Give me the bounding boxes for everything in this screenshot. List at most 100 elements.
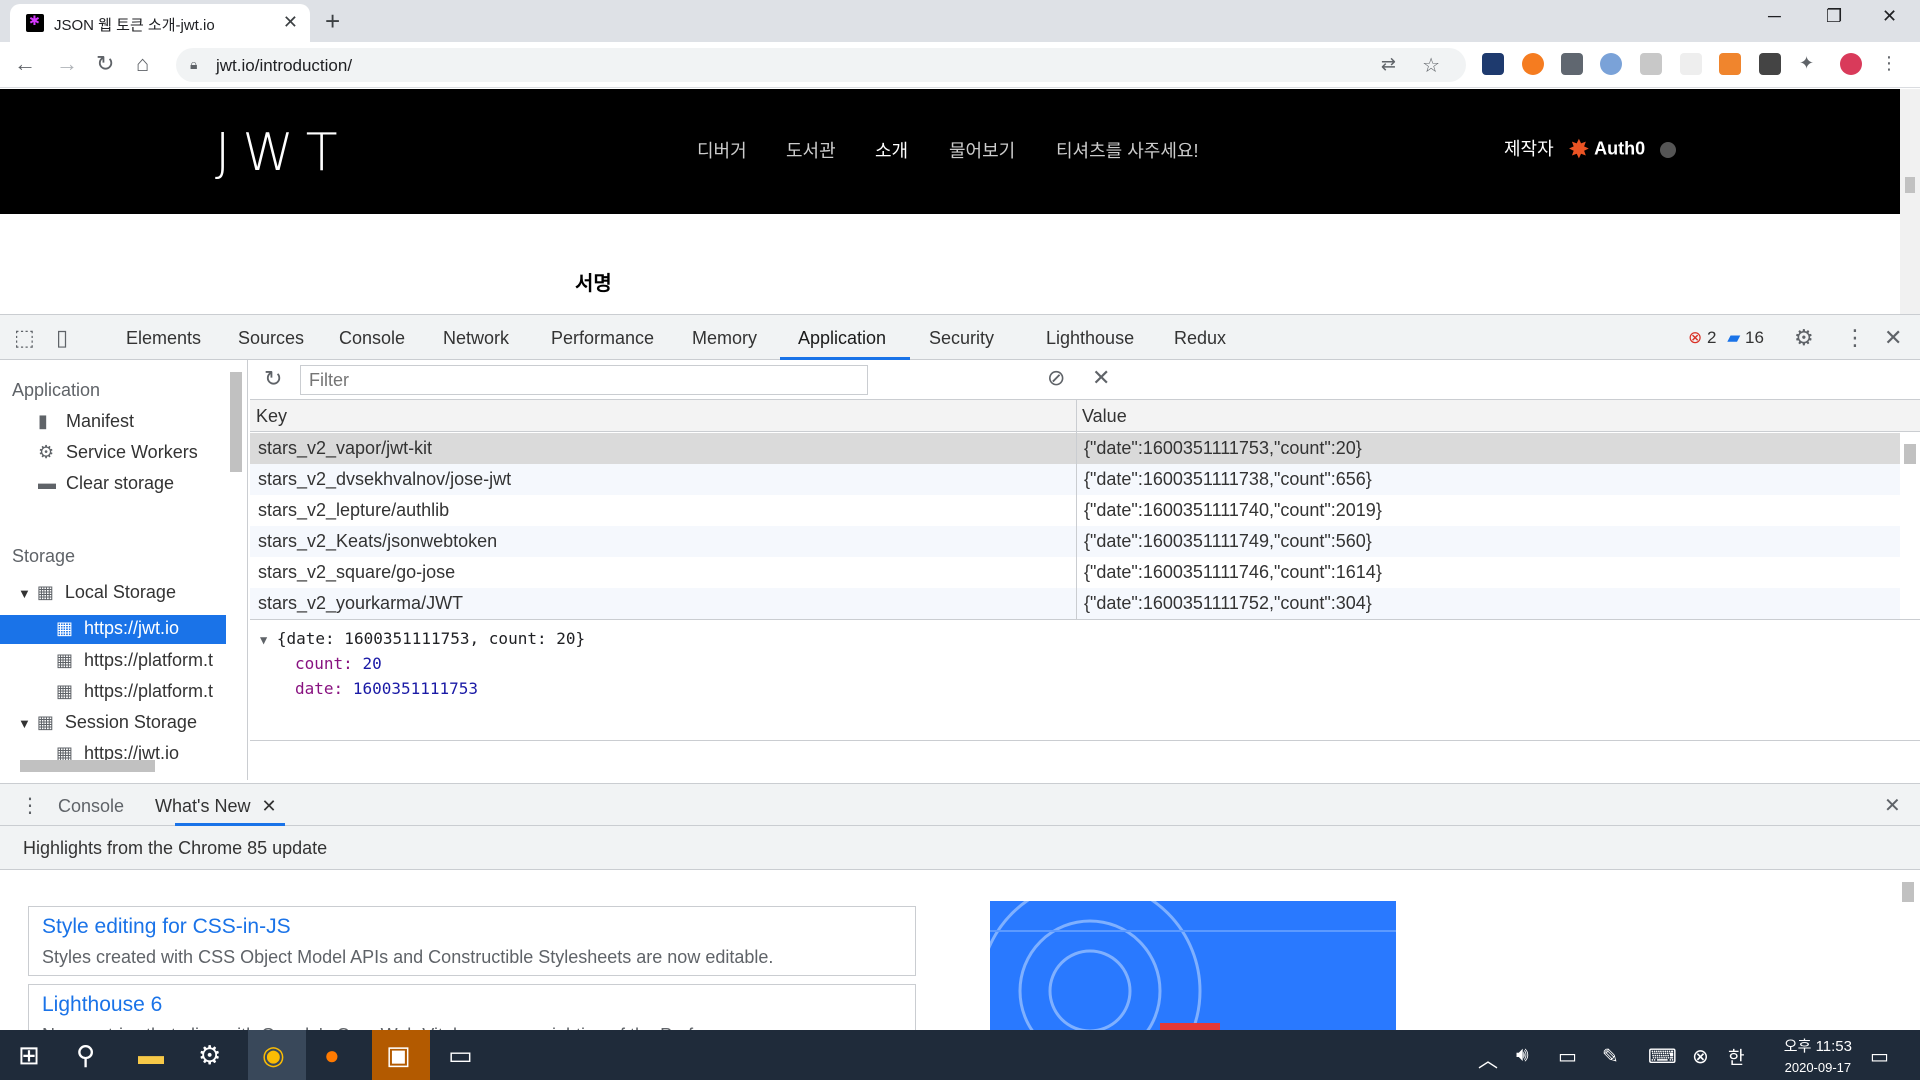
chrome-icon[interactable]: ◉ — [262, 1040, 285, 1071]
sidebar-item-local-platform[interactable]: ▦ https://platform.t — [56, 650, 228, 671]
drawer-menu-icon[interactable]: ⋮ — [20, 793, 40, 818]
table-row[interactable]: stars_v2_dvsekhvalnov/jose-jwt {"date":1… — [250, 464, 1900, 495]
auth0-link[interactable]: ✸ Auth0 — [1568, 134, 1677, 165]
tab-lighthouse[interactable]: Lighthouse — [1046, 328, 1134, 349]
tab-performance[interactable]: Performance — [551, 328, 654, 349]
extension-icon[interactable] — [1482, 53, 1504, 75]
info-icon[interactable] — [1660, 141, 1677, 158]
clear-all-icon[interactable]: ⊘ — [1047, 365, 1065, 391]
sidebar-item-local-storage[interactable]: ▼ ▦ Local Storage — [18, 582, 176, 603]
column-header-value[interactable]: Value — [1076, 400, 1920, 432]
preview-summary[interactable]: ▼ {date: 1600351111753, count: 20} — [260, 629, 585, 648]
collapse-arrow-icon[interactable]: ▼ — [260, 633, 267, 647]
nav-tshirt[interactable]: 티셔츠를 사주세요! — [1056, 137, 1198, 163]
feature-title[interactable]: Lighthouse 6 — [42, 993, 162, 1017]
new-tab-icon[interactable]: + — [325, 6, 340, 37]
nav-libraries[interactable]: 도서관 — [786, 137, 836, 163]
network-icon[interactable]: ⊗ — [1692, 1044, 1709, 1069]
table-row[interactable]: stars_v2_lepture/authlib {"date":1600351… — [250, 495, 1900, 526]
feature-title[interactable]: Style editing for CSS-in-JS — [42, 915, 291, 939]
menu-kebab-icon[interactable]: ⋮ — [1880, 53, 1902, 75]
table-row[interactable]: stars_v2_Keats/jsonwebtoken {"date":1600… — [250, 526, 1900, 557]
extension-icon[interactable] — [1680, 53, 1702, 75]
refresh-icon[interactable]: ↻ — [264, 366, 282, 392]
close-drawer-tab-icon[interactable]: ✕ — [261, 796, 276, 816]
nav-ask[interactable]: 물어보기 — [949, 137, 1015, 163]
tab-redux[interactable]: Redux — [1174, 328, 1226, 349]
tab-sources[interactable]: Sources — [238, 328, 304, 349]
app-icon[interactable]: ● — [324, 1040, 340, 1071]
keyboard-icon[interactable]: ⌨ — [1648, 1044, 1677, 1069]
expand-arrow-icon[interactable]: ▼ — [18, 586, 31, 601]
nav-debugger[interactable]: 디버거 — [697, 137, 747, 163]
search-icon[interactable]: ⚲ — [76, 1040, 95, 1071]
extension-icon[interactable] — [1522, 53, 1544, 75]
battery-icon[interactable]: ▭ — [1558, 1044, 1577, 1069]
restore-icon[interactable]: ❐ — [1826, 6, 1842, 27]
close-tab-icon[interactable]: ✕ — [283, 12, 298, 33]
inspect-element-icon[interactable]: ⬚ — [14, 325, 35, 351]
device-toolbar-icon[interactable]: ▯ — [56, 325, 68, 351]
eyedropper-icon[interactable] — [1640, 53, 1662, 75]
tab-security[interactable]: Security — [929, 328, 994, 349]
home-icon[interactable]: ⌂ — [136, 51, 149, 77]
bookmark-star-icon[interactable]: ☆ — [1422, 53, 1440, 78]
table-row[interactable]: stars_v2_vapor/jwt-kit {"date":160035111… — [250, 433, 1900, 464]
notification-icon[interactable]: ▭ — [1870, 1044, 1889, 1069]
tab-memory[interactable]: Memory — [692, 328, 757, 349]
close-devtools-icon[interactable]: ✕ — [1884, 325, 1902, 351]
jwt-logo[interactable]: JWT — [215, 123, 350, 183]
notepad-icon[interactable]: ▭ — [448, 1040, 473, 1071]
extension-icon[interactable] — [1759, 53, 1781, 75]
windows-start-icon[interactable]: ⊞ — [18, 1040, 40, 1071]
address-bar[interactable]: 🔒︎ jwt.io/introduction/ ⇄ ☆ — [176, 48, 1466, 82]
tab-network[interactable]: Network — [443, 328, 509, 349]
ime-indicator[interactable]: 한 — [1728, 1044, 1745, 1070]
sidebar-item-service-workers[interactable]: ⚙ Service Workers — [38, 442, 198, 463]
extension-icon[interactable] — [1719, 53, 1741, 75]
table-row[interactable]: stars_v2_square/go-jose {"date":16003511… — [250, 557, 1900, 588]
extension-icon[interactable] — [1600, 53, 1622, 75]
reload-icon[interactable]: ↻ — [96, 51, 114, 77]
nav-introduction[interactable]: 소개 — [875, 137, 908, 163]
profile-avatar[interactable] — [1840, 53, 1862, 75]
tab-console[interactable]: Console — [339, 328, 405, 349]
sidebar-item-clear-storage[interactable]: ▬ Clear storage — [38, 473, 174, 494]
table-row[interactable]: stars_v2_yourkarma/JWT {"date":160035111… — [250, 588, 1900, 619]
tray-chevron-icon[interactable]: ︿ — [1478, 1044, 1498, 1073]
settings-gear-icon[interactable]: ⚙ — [1794, 325, 1814, 351]
page-scrollbar[interactable] — [1900, 89, 1920, 314]
settings-gear-icon[interactable]: ⚙ — [198, 1040, 221, 1071]
delete-selected-icon[interactable]: ✕ — [1092, 365, 1110, 391]
sidebar-scrollbar[interactable] — [230, 372, 242, 472]
table-scrollbar[interactable] — [1904, 444, 1916, 464]
sidebar-h-scrollbar[interactable] — [20, 760, 155, 772]
file-explorer-icon[interactable]: ▬ — [138, 1040, 164, 1071]
expand-arrow-icon[interactable]: ▼ — [18, 716, 31, 731]
drawer-scrollbar[interactable] — [1902, 882, 1914, 902]
scrollbar-thumb[interactable] — [1905, 177, 1915, 193]
forward-icon[interactable]: → — [56, 51, 78, 77]
issue-counter[interactable]: ⊗ 2 ▰ 16 — [1688, 328, 1764, 348]
column-header-key[interactable]: Key — [250, 400, 1076, 432]
feature-card[interactable]: Lighthouse 6 New metrics that align with… — [28, 984, 916, 1045]
sidebar-item-local-platform[interactable]: ▦ https://platform.t — [56, 681, 228, 702]
app-icon[interactable]: ▣ — [386, 1040, 411, 1071]
sidebar-item-manifest[interactable]: ▮ Manifest — [38, 411, 134, 432]
translate-icon[interactable]: ⇄ — [1381, 54, 1396, 75]
volume-icon[interactable]: 🔊︎ — [1516, 1044, 1529, 1067]
column-divider[interactable] — [1076, 400, 1077, 620]
filter-input[interactable] — [300, 365, 868, 395]
tab-application[interactable]: Application — [798, 328, 886, 349]
drawer-tab-whats-new[interactable]: What's New ✕ — [155, 796, 277, 817]
close-window-icon[interactable]: ✕ — [1882, 6, 1897, 27]
sidebar-item-session-storage[interactable]: ▼ ▦ Session Storage — [18, 712, 197, 733]
tab-elements[interactable]: Elements — [126, 328, 201, 349]
feature-card[interactable]: Style editing for CSS-in-JS Styles creat… — [28, 906, 916, 976]
pen-icon[interactable]: ✎ — [1602, 1044, 1619, 1069]
drawer-tab-console[interactable]: Console — [58, 796, 124, 817]
devtools-menu-icon[interactable]: ⋮ — [1844, 325, 1866, 351]
close-drawer-icon[interactable]: ✕ — [1884, 793, 1901, 818]
clock[interactable]: 오후 11:53 2020-09-17 — [1784, 1035, 1852, 1075]
back-icon[interactable]: ← — [14, 51, 36, 77]
